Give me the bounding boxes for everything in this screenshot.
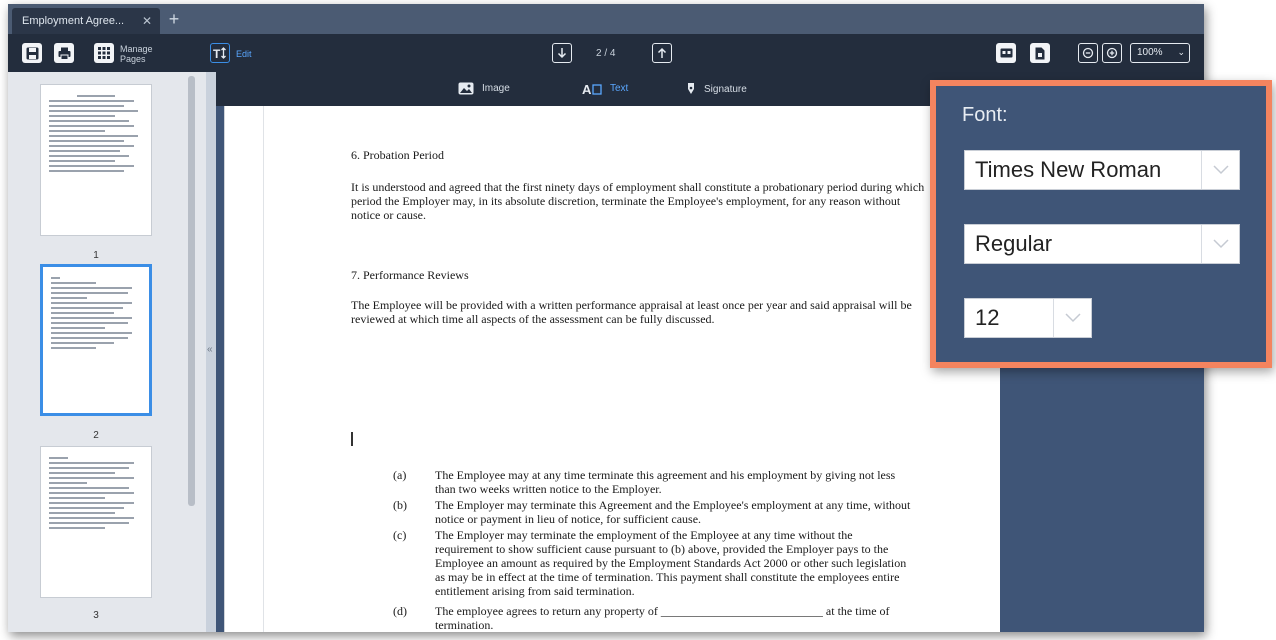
pen-icon [688, 83, 694, 94]
tab-close-icon[interactable]: ✕ [142, 8, 152, 34]
termination-clause-b[interactable]: (b) The Employer may terminate this Agre… [393, 498, 913, 526]
list-item-label: (c) [393, 528, 407, 542]
chevron-down-icon: ⌄ [1177, 47, 1185, 57]
print-icon [58, 47, 70, 60]
zoom-select[interactable]: 100% ⌄ [1130, 43, 1190, 63]
font-settings-panel: Font: Times New Roman Regular 12 [930, 80, 1272, 368]
page-thumbnail-3[interactable] [40, 446, 152, 598]
image-tool-label: Image [482, 83, 510, 94]
list-item-label: (d) [393, 604, 407, 618]
new-tab-button[interactable]: + [164, 8, 184, 32]
app-root: Employment Agree... ✕ + Manage Pages T E… [0, 0, 1276, 640]
section-7-heading[interactable]: 7. Performance Reviews [351, 268, 469, 282]
zoom-in-icon [1106, 47, 1118, 59]
svg-text:T: T [213, 47, 221, 59]
font-style-select[interactable]: Regular [964, 224, 1240, 264]
text-tool-icon: A [582, 82, 602, 95]
page-thumbnail-number: 1 [93, 250, 99, 261]
page-thumbnail-2[interactable] [40, 264, 152, 416]
arrow-up-icon [657, 47, 667, 58]
sidebar-splitter[interactable]: « [206, 72, 216, 632]
list-item-text: The employee agrees to return any proper… [435, 604, 890, 632]
zoom-out-button[interactable] [1078, 43, 1098, 63]
page-text-layer: 6. Probation Period It is understood and… [225, 106, 1001, 632]
section-6-heading[interactable]: 6. Probation Period [351, 148, 444, 162]
section-7-paragraph[interactable]: The Employee will be provided with a wri… [351, 298, 927, 326]
two-page-icon [1000, 48, 1012, 58]
termination-clause-d[interactable]: (d) The employee agrees to return any pr… [393, 604, 913, 632]
list-item-text: The Employer may terminate this Agreemen… [435, 498, 911, 526]
previous-page-button[interactable] [652, 43, 672, 63]
save-icon [26, 47, 38, 59]
chevron-down-icon[interactable] [1201, 225, 1239, 263]
font-size-value: 12 [975, 305, 1000, 330]
zoom-value: 100% [1137, 47, 1163, 58]
add-image-button[interactable]: Image [458, 82, 510, 95]
page-thumbnail-1[interactable] [40, 84, 152, 236]
document-page[interactable]: 6. Probation Period It is understood and… [224, 106, 1000, 632]
zoom-in-button[interactable] [1102, 43, 1122, 63]
document-tab-title: Employment Agree... [22, 15, 125, 27]
manage-pages-button[interactable] [94, 43, 114, 63]
page-thumbnail-number: 3 [93, 610, 99, 621]
font-family-select[interactable]: Times New Roman [964, 150, 1240, 190]
font-style-value: Regular [975, 231, 1053, 256]
page-thumbnail-number: 2 [93, 430, 99, 441]
chevron-down-icon[interactable] [1201, 151, 1239, 189]
next-page-button[interactable] [552, 43, 572, 63]
print-button[interactable] [54, 43, 74, 63]
list-item-text: The Employee may at any time terminate t… [435, 468, 896, 496]
chevron-down-icon[interactable] [1053, 299, 1091, 337]
text-tool-label: Text [610, 83, 629, 94]
page-indicator: 2 / 4 [596, 48, 616, 59]
grid-icon [98, 47, 110, 59]
list-item-text: The Employer may terminate the employmen… [435, 528, 907, 598]
svg-text:A: A [582, 82, 592, 95]
add-signature-button[interactable]: Signature [686, 82, 747, 96]
edit-text-icon: T [213, 47, 226, 59]
zoom-out-icon [1082, 47, 1094, 59]
termination-clause-c[interactable]: (c) The Employer may terminate the emplo… [393, 528, 913, 598]
manage-pages-label[interactable]: Manage Pages [120, 44, 153, 64]
document-tab[interactable]: Employment Agree... ✕ [12, 8, 160, 34]
text-cursor [351, 432, 353, 446]
single-page-view-button[interactable] [1030, 43, 1050, 63]
font-family-value: Times New Roman [975, 157, 1162, 182]
page-icon [1035, 47, 1045, 59]
font-size-select[interactable]: 12 [964, 298, 1092, 338]
page-thumbnails-sidebar: 1 2 3 [8, 72, 206, 632]
font-panel-label: Font: [962, 104, 1008, 126]
save-button[interactable] [22, 43, 42, 63]
two-page-view-button[interactable] [996, 43, 1016, 63]
list-item-label: (a) [393, 468, 407, 482]
main-toolbar: Manage Pages T Edit 2 / 4 100% ⌄ [8, 34, 1204, 72]
image-icon [458, 82, 474, 95]
signature-tool-label: Signature [704, 83, 747, 95]
termination-clause-a[interactable]: (a) The Employee may at any time termina… [393, 468, 913, 496]
add-text-button[interactable]: A Text [582, 82, 628, 95]
list-item-label: (b) [393, 498, 407, 512]
edit-label[interactable]: Edit [236, 49, 252, 59]
arrow-down-icon [557, 48, 567, 59]
collapse-sidebar-icon[interactable]: « [207, 344, 213, 355]
section-6-paragraph[interactable]: It is understood and agreed that the fir… [351, 180, 927, 222]
sidebar-scrollbar[interactable] [188, 76, 195, 506]
tab-bar: Employment Agree... ✕ + [8, 4, 1204, 34]
edit-mode-button[interactable]: T [210, 43, 230, 63]
